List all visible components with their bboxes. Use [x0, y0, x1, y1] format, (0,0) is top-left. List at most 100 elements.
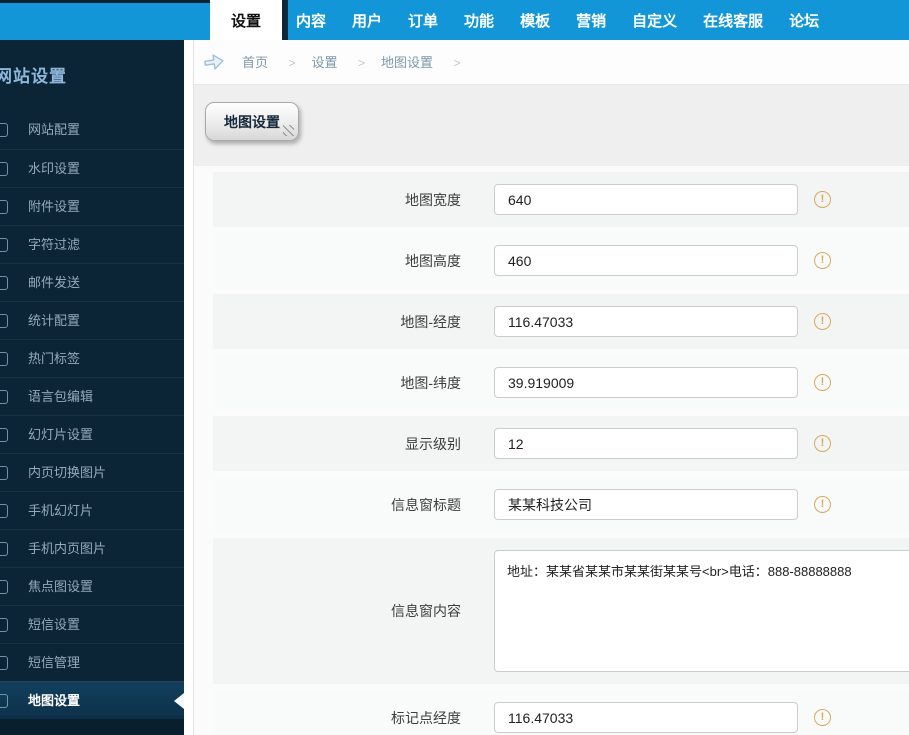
sidebar-item-label: 网站配置	[28, 122, 81, 137]
sidebar-item-label: 短信管理	[28, 655, 81, 670]
menu-icon	[0, 352, 8, 366]
sidebar-item-label: 地图设置	[28, 693, 81, 708]
tab-button-label: 地图设置	[224, 113, 280, 130]
sidebar-item[interactable]: 附件设置	[0, 187, 184, 225]
map-settings-tab-button[interactable]: 地图设置	[205, 102, 299, 141]
sidebar-item[interactable]: 统计配置	[0, 301, 184, 339]
field-label: 地图-经度	[400, 313, 461, 330]
sidebar-item[interactable]: 语言包编辑	[0, 377, 184, 415]
form-row: 显示级别	[213, 416, 909, 471]
sidebar-item[interactable]: 短信设置	[0, 605, 184, 643]
breadcrumb-links: 首页 > 设置 > 地图设置 >	[242, 52, 476, 72]
field-input[interactable]	[494, 702, 798, 733]
menu-icon	[0, 200, 8, 214]
sidebar-item-label: 手机内页图片	[28, 541, 107, 556]
nav-tab[interactable]: 模板	[520, 10, 550, 31]
menu-icon	[0, 162, 8, 176]
field-input[interactable]	[494, 245, 798, 276]
field-input[interactable]	[494, 367, 798, 398]
sidebar-item[interactable]: 手机内页图片	[0, 529, 184, 567]
breadcrumb: 首页 > 设置 > 地图设置 >	[194, 40, 909, 85]
sidebar-item-label: 语言包编辑	[28, 389, 94, 404]
sidebar-item-label: 焦点图设置	[28, 579, 94, 594]
field-label: 地图高度	[405, 252, 461, 269]
sidebar-item[interactable]: 热门标签	[0, 339, 184, 377]
breadcrumb-arrow-icon	[202, 51, 226, 73]
sidebar-item-label: 短信设置	[28, 617, 81, 632]
form-row: 地图宽度	[213, 172, 909, 227]
warning-icon	[814, 313, 831, 330]
nav-tab[interactable]: 用户	[352, 10, 382, 31]
sidebar-item-label: 水印设置	[28, 161, 81, 176]
sidebar-item[interactable]: 网站配置	[0, 111, 184, 149]
content-gutter	[184, 40, 194, 735]
sidebar-item-label: 附件设置	[28, 199, 81, 214]
menu-icon	[0, 123, 8, 137]
field-input[interactable]	[494, 489, 798, 520]
sidebar-item-label: 热门标签	[28, 351, 81, 366]
content-top-band	[194, 85, 909, 166]
field-label: 地图宽度	[405, 191, 461, 208]
nav-tab[interactable]: 功能	[464, 10, 494, 31]
main-content: 地图设置 地图宽度 地图高度 地图-经度 地图-纬度 显示级别 信息窗标题 信息…	[194, 85, 909, 735]
menu-icon	[0, 580, 8, 594]
warning-icon	[814, 191, 831, 208]
sidebar-item[interactable]: 手机幻灯片	[0, 491, 184, 529]
nav-tab[interactable]: 营销	[576, 10, 606, 31]
sidebar-item[interactable]: 幻灯片设置	[0, 415, 184, 453]
form-row: 地图-纬度	[213, 355, 909, 410]
sidebar-item-label: 手机幻灯片	[28, 503, 94, 518]
sidebar-footer	[0, 719, 184, 735]
menu-icon	[0, 276, 8, 290]
sidebar-item[interactable]: 邮件发送	[0, 263, 184, 301]
nav-tab[interactable]: 自定义	[632, 10, 677, 31]
field-input[interactable]	[494, 306, 798, 337]
sidebar-item[interactable]: 水印设置	[0, 149, 184, 187]
nav-divider	[282, 0, 288, 40]
warning-icon	[814, 252, 831, 269]
menu-icon	[0, 390, 8, 404]
menu-icon	[0, 656, 8, 670]
field-input[interactable]	[494, 428, 798, 459]
nav-tabs: 内容 用户 订单 功能 模板 营销 自定义 在线客服 论坛	[296, 0, 819, 40]
menu-icon	[0, 504, 8, 518]
field-textarea[interactable]	[494, 550, 909, 672]
nav-tab-settings-active[interactable]: 设置	[210, 0, 282, 40]
sidebar-item[interactable]: 字符过滤	[0, 225, 184, 263]
warning-icon	[814, 435, 831, 452]
menu-icon	[0, 466, 8, 480]
nav-tab[interactable]: 论坛	[789, 10, 819, 31]
nav-tab[interactable]: 在线客服	[703, 10, 763, 31]
sidebar-title: 网站设置	[0, 67, 67, 86]
menu-icon	[0, 694, 8, 708]
sidebar-item-label: 统计配置	[28, 313, 81, 328]
field-label: 标记点经度	[391, 709, 461, 726]
sidebar-item[interactable]: 地图设置	[0, 681, 184, 719]
field-input[interactable]	[494, 184, 798, 215]
sidebar-item-label: 幻灯片设置	[28, 427, 94, 442]
breadcrumb-link[interactable]: 设置	[311, 55, 337, 70]
app-window: 设置 内容 用户 订单 功能 模板 营销 自定义 在线客服 论坛 网站设置 网站配置 水印设置 …	[0, 0, 909, 735]
breadcrumb-link[interactable]: 地图设置	[381, 55, 433, 70]
menu-icon	[0, 542, 8, 556]
menu-icon	[0, 238, 8, 252]
form-row: 地图-经度	[213, 294, 909, 349]
sidebar: 网站设置 网站配置 水印设置 附件设置 字符过滤 邮件发送 统计配置 热门标签 …	[0, 40, 184, 735]
sidebar-menu: 网站配置 水印设置 附件设置 字符过滤 邮件发送 统计配置 热门标签 语言包编辑…	[0, 111, 184, 719]
sidebar-item-label: 内页切换图片	[28, 465, 107, 480]
form-row: 地图高度	[213, 233, 909, 288]
menu-icon	[0, 428, 8, 442]
top-left-strip	[0, 0, 210, 3]
nav-tab[interactable]: 内容	[296, 10, 326, 31]
sidebar-item[interactable]: 内页切换图片	[0, 453, 184, 491]
field-label: 地图-纬度	[400, 374, 461, 391]
form-row: 标记点经度	[213, 690, 909, 735]
resize-grip-icon	[283, 125, 294, 136]
settings-form: 地图宽度 地图高度 地图-经度 地图-纬度 显示级别 信息窗标题 信息窗内容 标…	[213, 172, 909, 735]
breadcrumb-link[interactable]: 首页	[242, 55, 268, 70]
top-nav: 设置 内容 用户 订单 功能 模板 营销 自定义 在线客服 论坛	[0, 0, 909, 40]
menu-icon	[0, 618, 8, 632]
nav-tab[interactable]: 订单	[408, 10, 438, 31]
sidebar-item[interactable]: 短信管理	[0, 643, 184, 681]
sidebar-item[interactable]: 焦点图设置	[0, 567, 184, 605]
